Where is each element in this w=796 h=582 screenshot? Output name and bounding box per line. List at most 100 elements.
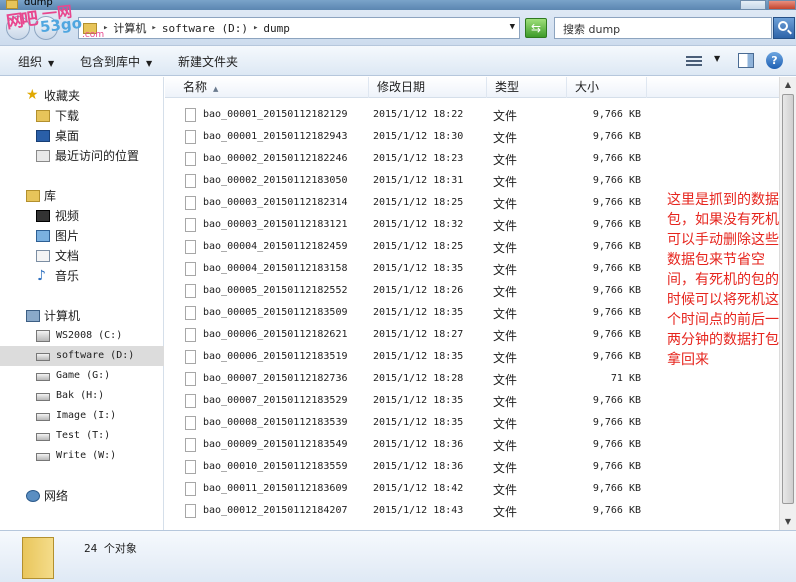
table-row[interactable]: bao_00001_20150112182943 2015/1/12 18:30 文… bbox=[165, 127, 779, 149]
drive-icon bbox=[36, 373, 50, 381]
table-row[interactable]: bao_00010_20150112183559 2015/1/12 18:36 文… bbox=[165, 457, 779, 479]
new-folder-button[interactable]: 新建文件夹 bbox=[178, 53, 238, 70]
file-date: 2015/1/12 18:28 bbox=[373, 373, 464, 384]
column-header-name[interactable]: 名称 ▲ bbox=[175, 77, 369, 98]
logo-text: .com bbox=[82, 30, 105, 40]
file-date: 2015/1/12 18:35 bbox=[373, 351, 464, 362]
computer-icon bbox=[26, 310, 40, 322]
nav-libraries[interactable]: 库 bbox=[0, 186, 164, 206]
close-button[interactable] bbox=[768, 0, 796, 10]
file-date: 2015/1/12 18:27 bbox=[373, 329, 464, 340]
breadcrumb-computer[interactable]: 计算机 bbox=[111, 20, 148, 36]
file-date: 2015/1/12 18:35 bbox=[373, 263, 464, 274]
column-header-date[interactable]: 修改日期 bbox=[369, 77, 487, 98]
scroll-down-icon[interactable]: ▼ bbox=[780, 514, 796, 530]
file-date: 2015/1/12 18:35 bbox=[373, 395, 464, 406]
logo-text: 53go bbox=[39, 13, 83, 37]
table-row[interactable]: bao_00011_20150112183609 2015/1/12 18:42 文… bbox=[165, 479, 779, 501]
scrollbar-thumb[interactable] bbox=[782, 94, 794, 504]
address-bar[interactable]: ▸ 计算机 ▸ software (D:) ▸ dump ▼ bbox=[78, 17, 520, 39]
help-button[interactable]: ? bbox=[766, 52, 783, 69]
nav-documents[interactable]: 文档 bbox=[0, 246, 164, 266]
file-icon bbox=[185, 306, 196, 320]
nav-music[interactable]: ♪ 音乐 bbox=[0, 266, 164, 286]
site-logo: 网吧 一网 53go .com bbox=[2, 2, 110, 48]
file-icon bbox=[185, 108, 196, 122]
file-type: 文件 bbox=[493, 417, 518, 431]
library-icon bbox=[26, 190, 40, 202]
nav-drive-h[interactable]: Bak (H:) bbox=[0, 386, 164, 406]
nav-videos[interactable]: 视频 bbox=[0, 206, 164, 226]
chevron-right-icon[interactable]: ▸ bbox=[148, 23, 159, 33]
nav-drive-w[interactable]: Write (W:) bbox=[0, 446, 164, 466]
file-name: bao_00008_20150112183539 bbox=[203, 417, 348, 428]
breadcrumb-software-drive[interactable]: software (D:) bbox=[160, 22, 250, 35]
file-date: 2015/1/12 18:31 bbox=[373, 175, 464, 186]
pictures-icon bbox=[36, 230, 50, 242]
refresh-button[interactable]: ⇆ bbox=[525, 18, 547, 38]
nav-drive-g[interactable]: Game (G:) bbox=[0, 366, 164, 386]
nav-downloads[interactable]: 下载 bbox=[0, 106, 164, 126]
search-input[interactable]: 搜索 dump bbox=[554, 17, 772, 39]
nav-drive-t[interactable]: Test (T:) bbox=[0, 426, 164, 446]
file-date: 2015/1/12 18:36 bbox=[373, 439, 464, 450]
table-row[interactable]: bao_00007_20150112183529 2015/1/12 18:35 文… bbox=[165, 391, 779, 413]
column-header: 名称 ▲ 修改日期 类型 大小 bbox=[165, 77, 779, 98]
file-name: bao_00006_20150112182621 bbox=[203, 329, 348, 340]
file-size: 9,766 KB bbox=[592, 153, 641, 164]
file-size: 9,766 KB bbox=[592, 197, 641, 208]
breadcrumb-dump[interactable]: dump bbox=[261, 22, 292, 35]
desktop-icon bbox=[36, 130, 50, 142]
file-name: bao_00005_20150112182552 bbox=[203, 285, 348, 296]
table-row[interactable]: bao_00008_20150112183539 2015/1/12 18:35 文… bbox=[165, 413, 779, 435]
table-row[interactable]: bao_00007_20150112182736 2015/1/12 18:28 文… bbox=[165, 369, 779, 391]
organize-button[interactable]: 组织 ▼ bbox=[18, 53, 54, 70]
file-icon bbox=[185, 130, 196, 144]
scroll-up-icon[interactable]: ▲ bbox=[780, 77, 796, 93]
nav-drive-c[interactable]: WS2008 (C:) bbox=[0, 326, 164, 346]
chevron-down-icon[interactable]: ▼ bbox=[510, 22, 515, 32]
file-type: 文件 bbox=[493, 351, 518, 365]
file-type: 文件 bbox=[493, 395, 518, 409]
view-list-icon[interactable] bbox=[686, 54, 702, 68]
address-row: ▸ 计算机 ▸ software (D:) ▸ dump ▼ ⇆ 搜索 dump bbox=[0, 10, 796, 46]
file-date: 2015/1/12 18:22 bbox=[373, 109, 464, 120]
minimize-button[interactable] bbox=[740, 0, 766, 10]
table-row[interactable]: bao_00001_20150112182129 2015/1/12 18:22 文… bbox=[165, 105, 779, 127]
nav-pictures[interactable]: 图片 bbox=[0, 226, 164, 246]
column-header-type[interactable]: 类型 bbox=[487, 77, 567, 98]
table-row[interactable]: bao_00012_20150112184207 2015/1/12 18:43 文… bbox=[165, 501, 779, 523]
file-name: bao_00007_20150112182736 bbox=[203, 373, 348, 384]
folder-icon bbox=[22, 537, 54, 579]
chevron-right-icon[interactable]: ▸ bbox=[250, 23, 261, 33]
include-in-library-button[interactable]: 包含到库中 ▼ bbox=[80, 53, 152, 70]
file-type: 文件 bbox=[493, 307, 518, 321]
nav-network[interactable]: 网络 bbox=[0, 486, 164, 506]
nav-drive-i[interactable]: Image (I:) bbox=[0, 406, 164, 426]
nav-computer[interactable]: 计算机 bbox=[0, 306, 164, 326]
nav-recent-places[interactable]: 最近访问的位置 bbox=[0, 146, 164, 166]
file-type: 文件 bbox=[493, 373, 518, 387]
chevron-down-icon[interactable]: ▼ bbox=[714, 54, 720, 63]
search-button[interactable] bbox=[773, 17, 795, 39]
nav-favorites[interactable]: ★ 收藏夹 bbox=[0, 86, 164, 106]
file-size: 9,766 KB bbox=[592, 175, 641, 186]
title-bar: dump bbox=[0, 0, 796, 10]
file-name: bao_00003_20150112182314 bbox=[203, 197, 348, 208]
star-icon: ★ bbox=[26, 87, 39, 103]
chevron-down-icon: ▼ bbox=[48, 59, 55, 68]
table-row[interactable]: bao_00002_20150112182246 2015/1/12 18:23 文… bbox=[165, 149, 779, 171]
file-icon bbox=[185, 416, 196, 430]
drive-icon bbox=[36, 353, 50, 361]
vertical-scrollbar[interactable]: ▲ ▼ bbox=[779, 77, 796, 530]
nav-desktop[interactable]: 桌面 bbox=[0, 126, 164, 146]
file-date: 2015/1/12 18:36 bbox=[373, 461, 464, 472]
file-type: 文件 bbox=[493, 197, 518, 211]
drive-icon bbox=[36, 393, 50, 401]
nav-drive-d[interactable]: software (D:) bbox=[0, 346, 164, 366]
column-header-size[interactable]: 大小 bbox=[567, 77, 647, 98]
documents-icon bbox=[36, 250, 50, 262]
file-size: 9,766 KB bbox=[592, 109, 641, 120]
preview-pane-icon[interactable] bbox=[738, 53, 754, 68]
table-row[interactable]: bao_00009_20150112183549 2015/1/12 18:36 文… bbox=[165, 435, 779, 457]
